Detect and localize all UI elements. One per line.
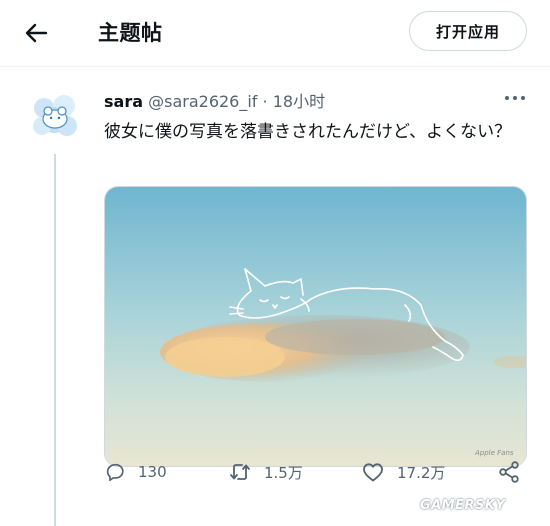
reply-button[interactable]: 130 <box>104 457 167 487</box>
heart-icon <box>363 463 383 482</box>
watermark: GAMERSKY <box>420 498 506 513</box>
back-button[interactable] <box>22 18 52 48</box>
top-bar: 主题帖 打开应用 <box>0 0 550 66</box>
avatar-image <box>24 86 86 148</box>
open-app-button[interactable]: 打开应用 <box>409 11 527 51</box>
more-options-button[interactable] <box>502 88 528 108</box>
share-button[interactable] <box>497 457 521 487</box>
arrow-left-icon <box>25 23 48 43</box>
more-horizontal-icon <box>505 96 525 100</box>
tweet-timestamp[interactable]: 18小时 <box>273 92 325 111</box>
reply-count: 130 <box>138 463 167 481</box>
like-count: 17.2万 <box>397 463 446 482</box>
thread-line <box>54 154 56 526</box>
retweet-icon <box>230 464 250 480</box>
tweet-media[interactable]: Apple Fans <box>104 186 527 467</box>
like-button[interactable]: 17.2万 <box>361 457 445 487</box>
header-divider <box>0 66 550 67</box>
meta-separator: · <box>262 92 268 111</box>
page-title: 主题帖 <box>98 21 163 45</box>
tweet-text: 彼女に僕の写真を落書きされたんだけど、よくない？ <box>104 122 512 142</box>
retweet-count: 1.5万 <box>264 463 303 482</box>
avatar[interactable] <box>24 86 86 148</box>
author-handle[interactable]: @sara2626_if <box>148 92 257 111</box>
retweet-button[interactable]: 1.5万 <box>228 457 303 487</box>
tweet-meta: sara @sara2626_if · 18小时 <box>104 88 325 112</box>
share-icon <box>499 461 519 483</box>
tweet-actions: 130 1.5万 17.2万 <box>104 455 534 485</box>
comment-icon <box>106 463 124 482</box>
cat-cloud-photo: Apple Fans <box>105 187 526 466</box>
author-name[interactable]: sara <box>104 92 143 111</box>
